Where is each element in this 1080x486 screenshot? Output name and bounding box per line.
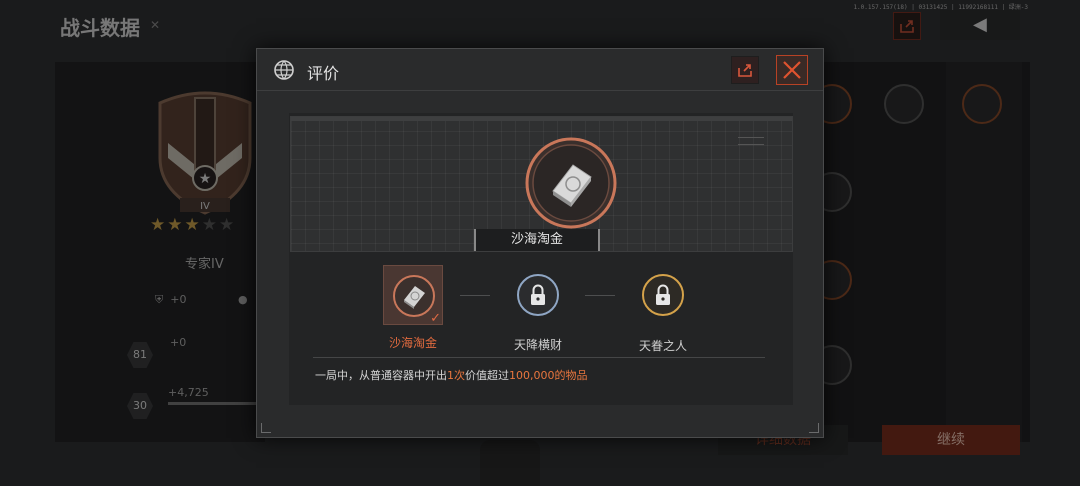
emblem-numeral: IV: [200, 201, 210, 212]
featured-badge-icon: [525, 137, 617, 229]
shield-icon: ⛨: [155, 293, 164, 306]
rank-stars: ★★★★★: [150, 215, 237, 235]
stat-shield-row: ⛨ +0: [155, 293, 186, 307]
featured-name: 沙海淘金: [474, 229, 600, 251]
share-button-bg[interactable]: [893, 12, 921, 40]
achievement-description: 一局中，从普通容器中开出1次价值超过100,000的物品: [315, 367, 588, 383]
share-icon: [900, 20, 914, 33]
achievement-item-windfall[interactable]: [508, 265, 568, 325]
stat-exp-row: +4,725: [168, 386, 209, 399]
achievement-label: 沙海淘金: [388, 336, 437, 350]
connector-line: [460, 295, 490, 296]
frame-corner: [809, 423, 819, 433]
exp-progress-bar: [168, 402, 263, 405]
modal-header: 评价: [257, 49, 823, 91]
locked-badge-icon: [517, 274, 559, 316]
stat-value: +0: [170, 293, 187, 306]
preview-decoration: [738, 137, 764, 145]
globe-icon: [274, 60, 294, 80]
info-icon[interactable]: ✕: [150, 18, 164, 32]
modal-title: 评价: [307, 64, 340, 83]
achievement-slot[interactable]: [962, 84, 1002, 124]
continue-button[interactable]: 继续: [882, 425, 1020, 455]
stat-coin-row: ●: [238, 293, 248, 306]
locked-badge-icon: [642, 274, 684, 316]
close-button[interactable]: [776, 55, 808, 85]
svg-text:★: ★: [199, 171, 212, 187]
divider: [313, 357, 765, 358]
achievement-label: 天降横财: [513, 338, 562, 352]
evaluation-modal: 评价 沙海淘金 ✓ 沙海淘金 天降横财 天眷之人 一局中，从普通容器中开出1次价…: [256, 48, 824, 438]
rank-label: 专家IV: [185, 257, 224, 272]
page-title: 战斗数据: [60, 16, 140, 40]
featured-achievement-preview: 沙海淘金: [290, 116, 793, 252]
achievement-label: 天眷之人: [638, 339, 687, 353]
coin-icon: ●: [238, 293, 248, 306]
achievement-item-blessed[interactable]: [633, 265, 693, 325]
character-figure: [480, 440, 540, 486]
close-icon: [783, 61, 801, 79]
description-prefix: 一局中，从普通容器中开出: [315, 369, 447, 382]
achievement-slot[interactable]: [884, 84, 924, 124]
back-button[interactable]: ◀: [940, 10, 1020, 40]
share-button[interactable]: [731, 56, 759, 84]
rank-emblem-icon: ★ IV: [158, 91, 252, 215]
frame-corner: [261, 423, 271, 433]
description-count: 1次: [447, 369, 465, 382]
connector-line: [585, 295, 615, 296]
description-middle: 价值超过: [465, 369, 509, 382]
preview-top-bar: [291, 117, 792, 121]
share-icon: [738, 64, 752, 77]
selected-check-icon: ✓: [430, 311, 441, 326]
stat-value-row: +0: [170, 336, 187, 349]
description-value: 100,000的物品: [509, 369, 588, 382]
back-arrow-icon: ◀: [973, 14, 987, 35]
achievement-item-sand[interactable]: ✓: [383, 265, 443, 326]
